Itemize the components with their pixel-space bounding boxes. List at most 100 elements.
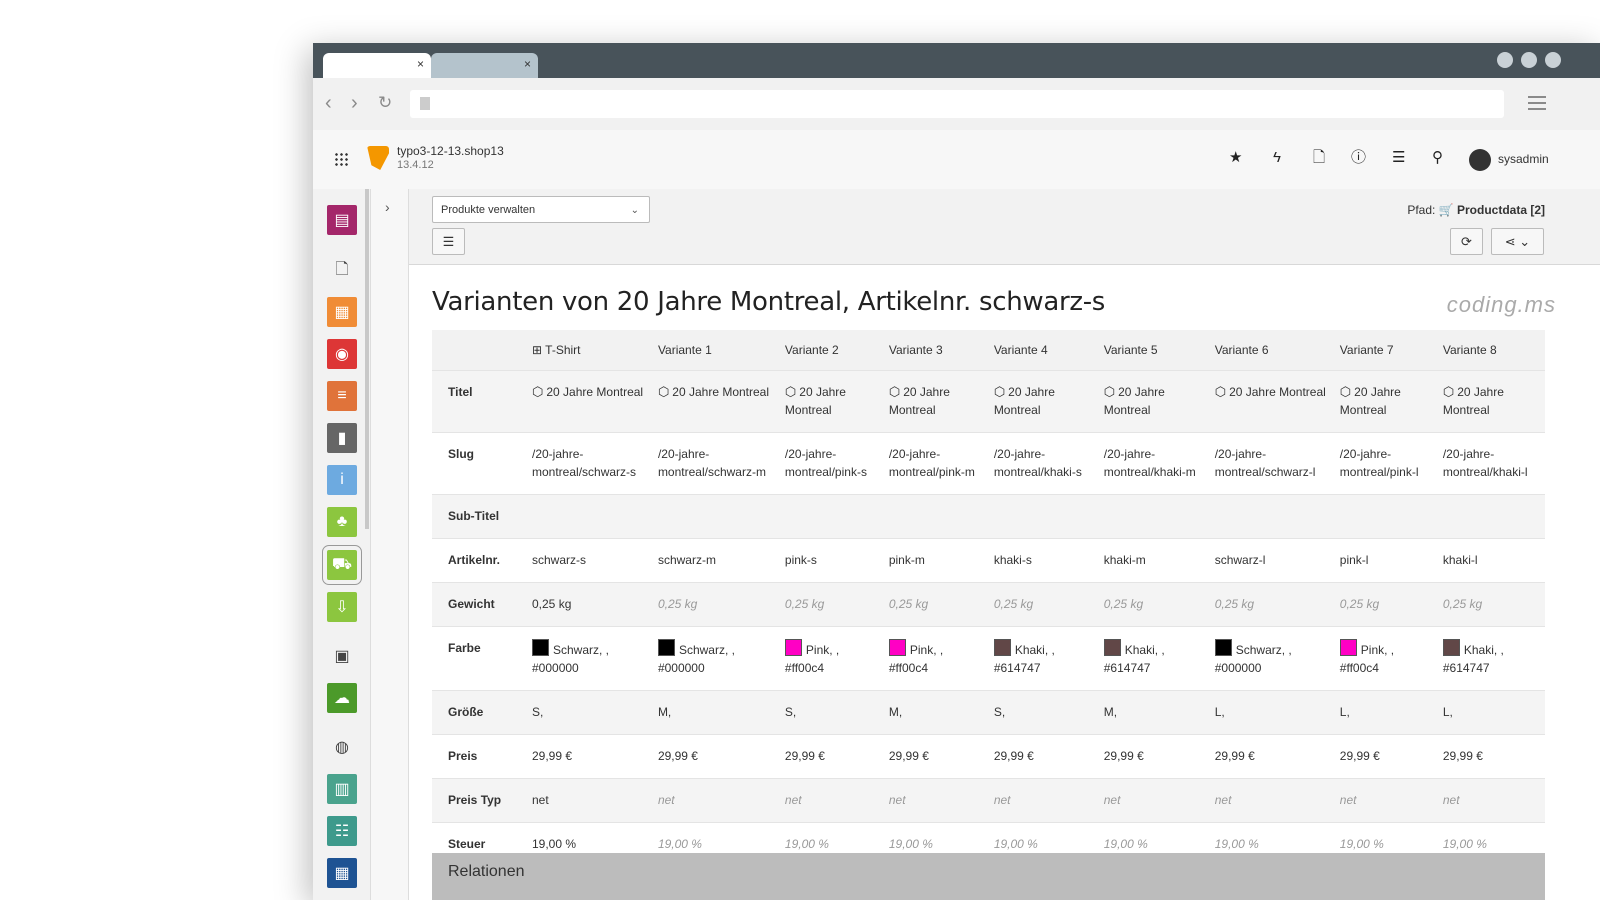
color-cell: Pink, , #ff00c4 bbox=[1332, 626, 1436, 691]
table-row: Titel ⬡ 20 Jahre Montreal ⬡ 20 Jahre Montr… bbox=[432, 370, 1545, 433]
price-cell: 29,99 € bbox=[525, 734, 651, 779]
doc-header: Produkte verwalten ⌄ ☰ Pfad: 🛒 Productda… bbox=[409, 189, 1600, 265]
product-icon: ⬡ bbox=[1339, 384, 1352, 399]
title-cell[interactable]: ⬡ 20 Jahre Montreal bbox=[1332, 370, 1436, 433]
row-label: Preis Typ bbox=[432, 778, 525, 823]
browser-window: × × ‹ › ↻ typo3-12-13.shop13 13.4.12 ★ ϟ… bbox=[313, 43, 1600, 900]
price-cell: 29,99 € bbox=[650, 734, 778, 779]
color-cell: Khaki, , #614747 bbox=[1435, 626, 1545, 691]
reload-icon[interactable]: ↻ bbox=[378, 92, 392, 114]
title-cell[interactable]: ⬡ 20 Jahre Montreal bbox=[650, 370, 778, 433]
view-icon[interactable]: ◉ bbox=[327, 339, 357, 369]
page-icon bbox=[420, 97, 430, 110]
color-swatch bbox=[532, 639, 549, 656]
cloud-icon[interactable]: ☁ bbox=[327, 683, 357, 713]
subtitle-cell bbox=[1332, 494, 1436, 539]
title-cell[interactable]: ⬡ 20 Jahre Montreal bbox=[881, 370, 987, 433]
document-icon[interactable]: 🗋 bbox=[1313, 150, 1325, 166]
color-swatch bbox=[1339, 639, 1357, 656]
user-name[interactable]: sysadmin bbox=[1498, 152, 1549, 166]
reload-button[interactable]: ⟳ bbox=[1450, 228, 1483, 255]
color-cell: Pink, , #ff00c4 bbox=[777, 626, 882, 691]
avatar[interactable] bbox=[1469, 149, 1491, 171]
web-layout-icon[interactable]: ▤ bbox=[327, 205, 357, 235]
shop-icon[interactable]: ⛟ bbox=[322, 545, 362, 585]
browser-tab-active[interactable]: × bbox=[323, 53, 431, 78]
product-icon: ⬡ bbox=[1103, 384, 1116, 399]
price-type-cell: net bbox=[1207, 778, 1333, 823]
function-select[interactable]: Produkte verwalten ⌄ bbox=[432, 196, 650, 223]
slug-cell: /20-jahre-montreal/pink-l bbox=[1332, 432, 1436, 495]
price-cell: 29,99 € bbox=[1096, 734, 1208, 779]
color-cell: Schwarz, , #000000 bbox=[525, 626, 651, 691]
weight-cell: 0,25 kg bbox=[650, 582, 778, 627]
template-icon[interactable]: ▦ bbox=[327, 858, 357, 888]
title-cell[interactable]: ⬡ 20 Jahre Montreal bbox=[1207, 370, 1333, 433]
table-row: Gewicht 0,25 kg 0,25 kg 0,25 kg 0,25 kg … bbox=[432, 582, 1545, 627]
records-icon[interactable]: ≡ bbox=[327, 381, 357, 411]
window-maximize-button[interactable] bbox=[1521, 52, 1537, 68]
recycler-icon[interactable]: ▮ bbox=[327, 423, 357, 453]
list-icon[interactable]: ☰ bbox=[1392, 150, 1405, 166]
list-module-icon[interactable]: ▦ bbox=[327, 297, 357, 327]
title-cell[interactable]: ⬡ 20 Jahre Montreal bbox=[986, 370, 1097, 433]
globe-icon[interactable]: ◍ bbox=[327, 732, 357, 762]
path-value[interactable]: Productdata [2] bbox=[1457, 203, 1545, 217]
product-icon: ⬡ bbox=[657, 384, 670, 399]
price-type-cell: net bbox=[525, 778, 651, 823]
window-minimize-button[interactable] bbox=[1497, 52, 1513, 68]
price-type-cell: net bbox=[881, 778, 987, 823]
sku-cell: schwarz-l bbox=[1207, 538, 1333, 583]
subtitle-cell bbox=[525, 494, 651, 539]
search-icon[interactable]: ⚲ bbox=[1432, 150, 1443, 166]
title-cell[interactable]: ⬡ 20 Jahre Montreal bbox=[525, 370, 651, 433]
browser-tab[interactable]: × bbox=[431, 53, 538, 78]
help-icon[interactable]: ⓘ bbox=[1351, 150, 1366, 166]
module-menu-toggle-icon[interactable] bbox=[334, 152, 348, 166]
weight-cell: 0,25 kg bbox=[1332, 582, 1436, 627]
forward-icon[interactable]: › bbox=[351, 92, 358, 114]
form-icon[interactable]: ▥ bbox=[327, 774, 357, 804]
share-button[interactable]: ⋖ ⌄ bbox=[1491, 228, 1544, 255]
relations-section-header[interactable]: Relationen bbox=[432, 853, 1545, 900]
weight-cell: 0,25 kg bbox=[986, 582, 1097, 627]
page-icon[interactable]: 🗋 bbox=[327, 256, 357, 286]
star-icon[interactable]: ★ bbox=[1229, 150, 1242, 166]
typo3-logo[interactable] bbox=[367, 146, 389, 170]
title-cell[interactable]: ⬡ 20 Jahre Montreal bbox=[1435, 370, 1545, 433]
title-cell[interactable]: ⬡ 20 Jahre Montreal bbox=[1096, 370, 1208, 433]
column-header: Variante 4 bbox=[986, 330, 1097, 371]
select-value: Produkte verwalten bbox=[441, 204, 536, 216]
slug-cell: /20-jahre-montreal/pink-m bbox=[881, 432, 987, 495]
list-view-button[interactable]: ☰ bbox=[432, 228, 465, 255]
settings-icon[interactable]: ☷ bbox=[327, 816, 357, 846]
window-close-button[interactable] bbox=[1545, 52, 1561, 68]
color-swatch bbox=[1103, 639, 1121, 656]
media-icon[interactable]: ▣ bbox=[327, 641, 357, 671]
price-type-cell: net bbox=[986, 778, 1097, 823]
flash-icon[interactable]: ϟ bbox=[1273, 150, 1281, 166]
size-cell: L, bbox=[1435, 690, 1545, 735]
sku-cell: schwarz-m bbox=[650, 538, 778, 583]
slug-cell: /20-jahre-montreal/schwarz-m bbox=[650, 432, 778, 495]
url-input[interactable] bbox=[410, 90, 1504, 118]
size-cell: L, bbox=[1332, 690, 1436, 735]
tab-close-icon[interactable]: × bbox=[417, 57, 424, 71]
table-row: Slug /20-jahre-montreal/schwarz-s /20-ja… bbox=[432, 432, 1545, 495]
color-cell: Khaki, , #614747 bbox=[1096, 626, 1208, 691]
browser-menu-icon[interactable] bbox=[1528, 96, 1546, 114]
subtitle-cell bbox=[986, 494, 1097, 539]
weight-cell: 0,25 kg bbox=[525, 582, 651, 627]
users-icon[interactable]: ♣ bbox=[327, 507, 357, 537]
title-cell[interactable]: ⬡ 20 Jahre Montreal bbox=[777, 370, 882, 433]
tab-close-icon[interactable]: × bbox=[524, 57, 531, 71]
back-icon[interactable]: ‹ bbox=[325, 92, 332, 114]
price-cell: 29,99 € bbox=[986, 734, 1097, 779]
import-icon[interactable]: ⇩ bbox=[327, 592, 357, 622]
product-icon: ⬡ bbox=[993, 384, 1006, 399]
module-menu-scrollbar[interactable] bbox=[365, 189, 369, 529]
expand-tree-icon[interactable]: › bbox=[385, 199, 390, 215]
info-icon[interactable]: i bbox=[327, 465, 357, 495]
color-cell: Schwarz, , #000000 bbox=[650, 626, 778, 691]
row-label: Größe bbox=[432, 690, 525, 735]
